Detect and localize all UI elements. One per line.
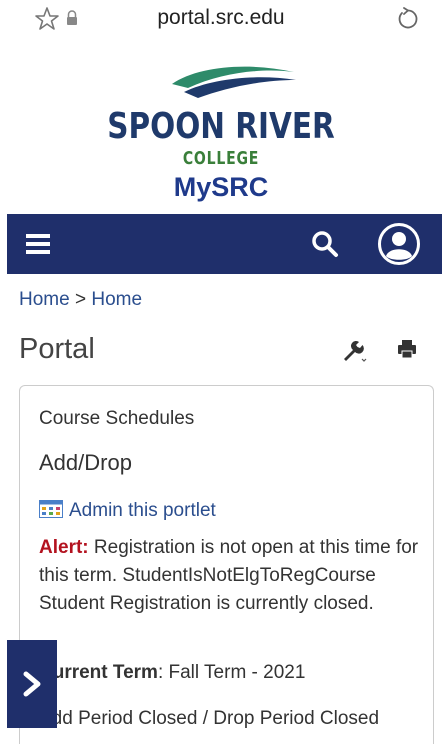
logo-title: SPOON RIVER [107,106,335,147]
breadcrumb-home-link[interactable]: Home [19,289,70,310]
current-term-value: : Fall Term - 2021 [157,662,306,683]
registration-alert: Alert: Registration is not open at this … [39,534,419,618]
breadcrumb-current-link[interactable]: Home [91,289,142,310]
url-text[interactable]: portal.src.edu [0,6,442,30]
current-term: Current Term: Fall Term - 2021 [39,662,305,684]
admin-grid-icon [39,500,63,518]
college-logo[interactable]: SPOON RIVER COLLEGE MySRC [0,44,442,214]
course-schedules-portlet: Course Schedules Add/Drop Admin this por… [19,385,434,744]
period-status: Add Period Closed / Drop Period Closed [39,708,380,729]
page-title: Portal [19,333,95,365]
user-icon[interactable] [377,222,421,266]
breadcrumb: Home > Home [19,289,142,311]
logo-swoosh-icon [172,66,296,98]
admin-portlet-label: Admin this portlet [69,500,216,521]
chevron-right-icon [23,671,41,697]
portlet-title: Course Schedules [39,408,195,429]
wrench-icon[interactable] [340,336,368,364]
alert-message: Registration is not open at this time fo… [39,537,419,614]
search-icon[interactable] [311,230,339,258]
reload-icon[interactable] [395,6,421,32]
logo-subtitle: COLLEGE [182,148,260,169]
menu-icon[interactable] [25,231,51,257]
breadcrumb-separator: > [74,289,87,310]
portlet-subtitle: Add/Drop [39,450,132,475]
browser-address-bar: portal.src.edu [0,0,442,44]
main-navbar [7,214,442,274]
admin-portlet-link[interactable]: Admin this portlet [39,500,216,522]
side-panel-toggle[interactable] [7,640,57,728]
alert-label: Alert: [39,537,89,558]
printer-icon[interactable] [396,338,418,360]
logo-product-name: MySRC [173,172,269,202]
